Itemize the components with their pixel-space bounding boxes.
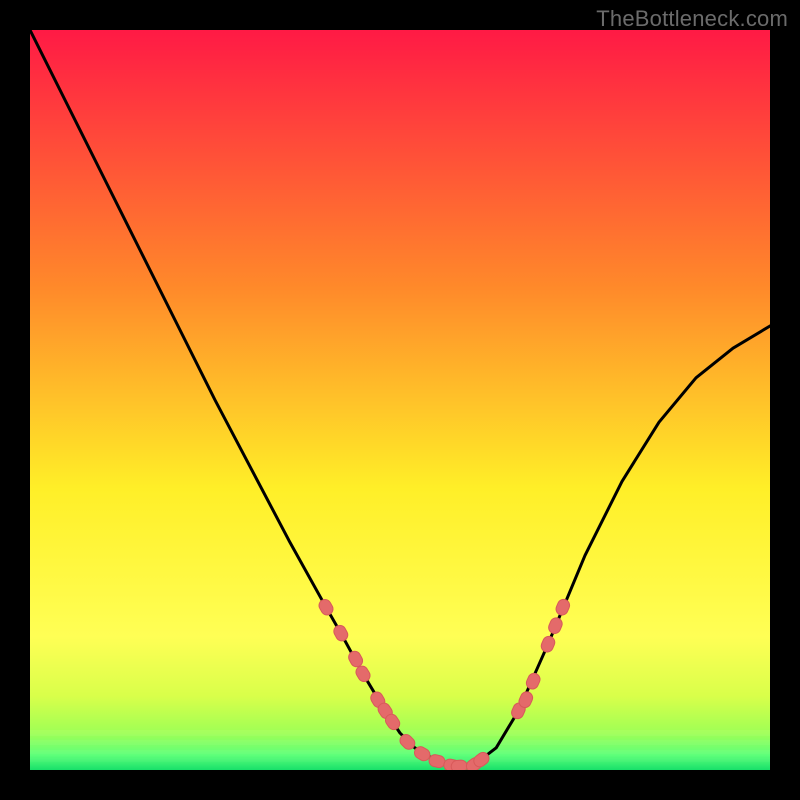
gradient-background — [30, 30, 770, 770]
chart-frame: TheBottleneck.com — [0, 0, 800, 800]
watermark-text: TheBottleneck.com — [596, 6, 788, 32]
bottleneck-chart — [30, 30, 770, 770]
